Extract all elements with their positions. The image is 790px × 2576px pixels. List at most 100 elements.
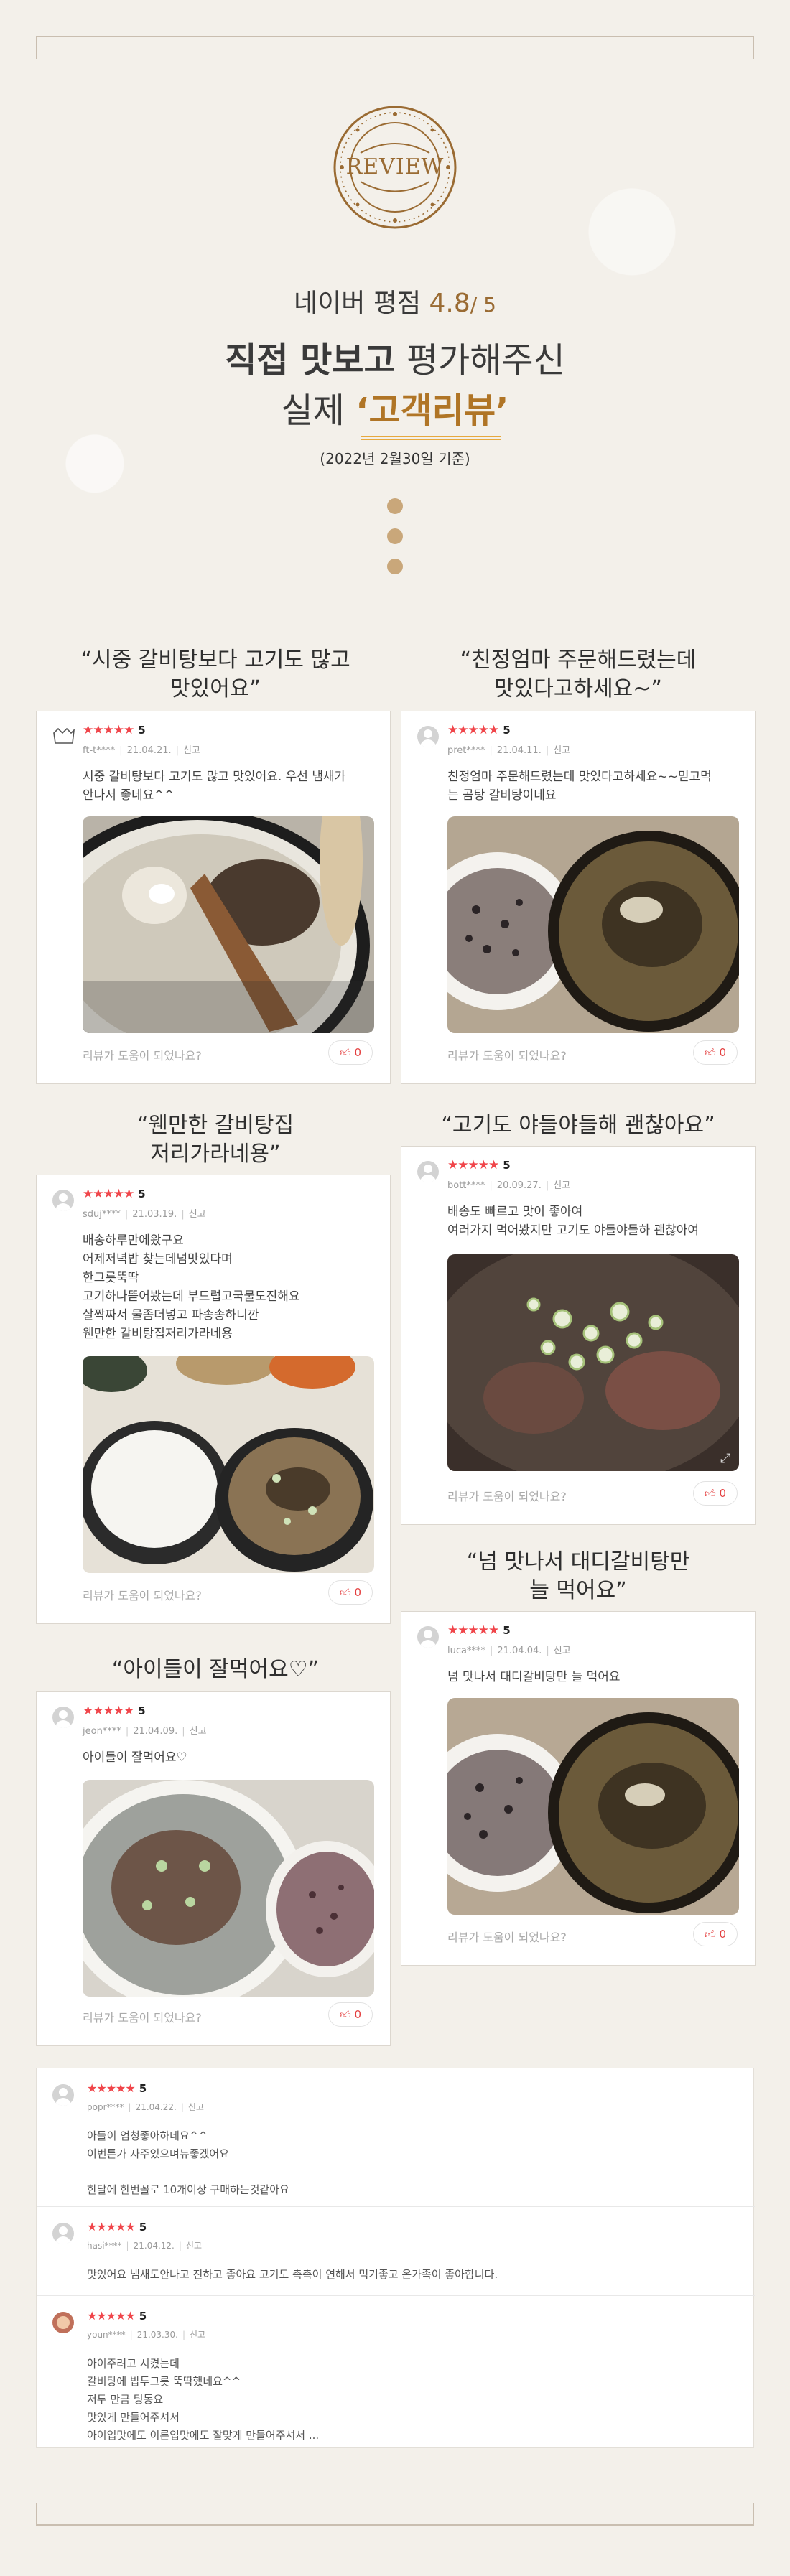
thumbs-up-icon: 👍︎ xyxy=(339,2008,351,2021)
headline-underline xyxy=(361,436,501,440)
svg-text:⤢: ⤢ xyxy=(720,1451,731,1466)
review-meta: pret**** | 21.04.11. | 신고 xyxy=(447,745,571,756)
star-score: 5 xyxy=(503,724,511,737)
headline-bold-text: 직접 맛보고 xyxy=(225,340,396,381)
review-photo[interactable]: ⤢ xyxy=(447,1254,739,1471)
review-card: ★★★★★ 5 sduj**** | 21.03.19. | 신고 배송하루만에왔구요 어… xyxy=(36,1175,391,1624)
basis-date-note: (2022년 2월30일 기준) xyxy=(320,450,470,467)
review-date: 21.04.11. xyxy=(496,745,542,756)
review-date: 21.03.30. xyxy=(136,2330,178,2340)
report-link[interactable]: 신고 xyxy=(553,745,570,756)
review-date: 21.04.22. xyxy=(135,2102,177,2112)
stars-glyphs: ★★★★★ xyxy=(447,1158,499,1172)
report-link[interactable]: 신고 xyxy=(554,1646,571,1656)
review-date: 21.04.09. xyxy=(133,1726,178,1737)
report-link[interactable]: 신고 xyxy=(186,2241,202,2251)
reviewer-id: youn**** xyxy=(87,2330,126,2340)
like-button[interactable]: 👍︎ 0 xyxy=(693,1481,738,1506)
review-meta: bott**** | 20.09.27. | 신고 xyxy=(447,1180,571,1191)
star-rating: ★★★★★ 5 xyxy=(447,1623,511,1638)
reviewer-id: luca**** xyxy=(447,1646,485,1656)
report-link[interactable]: 신고 xyxy=(189,1209,206,1220)
review-meta: sduj**** | 21.03.19. | 신고 xyxy=(83,1209,206,1220)
review-date: 21.03.19. xyxy=(132,1209,177,1220)
star-score: 5 xyxy=(138,1704,146,1717)
list-item: ★★★★★ 5 popr**** | 21.04.22. | 신고 아들이 엄청좋아하네요… xyxy=(37,2068,755,2206)
star-rating: ★★★★★ 5 xyxy=(83,1704,146,1718)
like-count: 0 xyxy=(719,1046,726,1059)
review-date: 21.04.21. xyxy=(126,745,172,756)
star-rating: ★★★★★ 5 xyxy=(83,1187,146,1201)
helpful-question: 리뷰가 도움이 되었나요? xyxy=(447,1931,567,1944)
review-photo[interactable] xyxy=(447,816,739,1033)
thumbs-up-icon: 👍︎ xyxy=(704,1487,716,1500)
divider-dot xyxy=(387,559,403,574)
user-avatar xyxy=(417,1626,439,1648)
reviewer-id: hasi**** xyxy=(87,2241,122,2251)
like-button[interactable]: 👍︎ 0 xyxy=(328,2002,373,2027)
like-button[interactable]: 👍︎ 0 xyxy=(693,1922,738,1946)
review-photo[interactable] xyxy=(83,1780,374,1997)
like-button[interactable]: 👍︎ 0 xyxy=(328,1580,373,1605)
like-count: 0 xyxy=(719,1487,726,1500)
report-link[interactable]: 신고 xyxy=(553,1180,570,1191)
review-meta: luca**** | 21.04.04. | 신고 xyxy=(447,1646,571,1656)
report-link[interactable]: 신고 xyxy=(190,1726,207,1737)
review-title: “아이들이 잘먹어요♡” xyxy=(111,1657,320,1682)
stars-glyphs: ★★★★★ xyxy=(447,723,499,737)
review-list: ★★★★★ 5 popr**** | 21.04.22. | 신고 아들이 엄청좋아하네요… xyxy=(36,2068,755,2448)
star-score: 5 xyxy=(503,1159,511,1172)
review-text: 아들이 엄청좋아하네요^^ 이번튼가 자주있으며뉴좋겠어요 한달에 한번꼴로 1… xyxy=(87,2129,289,2196)
review-title: “넘 맛나서 대디갈비탕만 늘 먹어요” xyxy=(466,1549,690,1603)
report-link[interactable]: 신고 xyxy=(183,745,200,756)
star-score: 5 xyxy=(139,2221,147,2234)
like-button[interactable]: 👍︎ 0 xyxy=(328,1040,373,1065)
review-meta: youn**** | 21.03.30. | 신고 xyxy=(87,2330,206,2340)
review-card: ★★★★★ 5 pret**** | 21.04.11. | 신고 친정엄마 주문해드렸는… xyxy=(401,711,756,1084)
user-avatar xyxy=(52,2312,74,2333)
user-avatar xyxy=(52,1707,74,1728)
review-title: “웬만한 갈비탕집 저리가라네용” xyxy=(136,1113,294,1167)
like-count: 0 xyxy=(354,1046,361,1059)
like-count: 0 xyxy=(354,1586,361,1599)
review-text: 아이들이 잘먹어요♡ xyxy=(83,1750,187,1765)
review-text: 맛있어요 냄새도안나고 진하고 좋아요 고기도 촉촉이 연해서 먹기좋고 온가족… xyxy=(87,2268,498,2281)
review-seal-badge: REVIEW xyxy=(332,104,458,230)
review-card: ★★★★★ 5 jeon**** | 21.04.09. | 신고 아이들이 잘먹어요♡ … xyxy=(36,1691,391,2046)
headline-quote: ‘고객리뷰’ xyxy=(356,391,509,431)
naver-rating-line: 네이버 평점 4.8/ 5 xyxy=(0,282,790,319)
star-score: 5 xyxy=(138,1187,146,1200)
stars-glyphs: ★★★★★ xyxy=(87,2220,136,2234)
review-meta: hasi**** | 21.04.12. | 신고 xyxy=(87,2241,202,2251)
report-link[interactable]: 신고 xyxy=(190,2330,205,2340)
user-avatar xyxy=(52,2223,74,2244)
star-rating: ★★★★★ 5 xyxy=(447,723,511,737)
like-count: 0 xyxy=(719,1928,726,1941)
star-rating: ★★★★★ 5 xyxy=(87,2309,147,2323)
review-text: 배송도 빠르고 맛이 좋아여 여러가지 먹어봤지만 고기도 야들야들하 괜찮아여 xyxy=(447,1205,700,1238)
divider-dot xyxy=(387,528,403,544)
review-photo[interactable] xyxy=(83,816,374,1033)
thumbs-up-icon: 👍︎ xyxy=(704,1928,716,1941)
star-rating: ★★★★★ 5 xyxy=(87,2081,147,2095)
helpful-question: 리뷰가 도움이 되었나요? xyxy=(83,1589,202,1602)
user-avatar xyxy=(52,2084,74,2106)
star-score: 5 xyxy=(503,1624,511,1637)
review-date: 21.04.04. xyxy=(497,1646,542,1656)
review-text: 시중 갈비탕보다 고기도 많고 맛있어요. 우선 냄새가 안나서 좋네요^^ xyxy=(83,770,346,803)
top-frame-border xyxy=(36,36,754,59)
like-button[interactable]: 👍︎ 0 xyxy=(693,1040,738,1065)
report-link[interactable]: 신고 xyxy=(188,2102,204,2112)
list-item: ★★★★★ 5 hasi**** | 21.04.12. | 신고 맛있어요 냄새도안나고… xyxy=(37,2206,755,2295)
helpful-question: 리뷰가 도움이 되었나요? xyxy=(447,1490,567,1503)
review-meta: jeon**** | 21.04.09. | 신고 xyxy=(83,1726,207,1737)
reviewer-id: ft-t**** xyxy=(83,745,116,756)
divider-dot xyxy=(387,498,403,514)
review-photo[interactable] xyxy=(447,1698,739,1915)
headline-line-3: 실제 ‘고객리뷰’ xyxy=(0,382,790,432)
list-item: ★★★★★ 5 youn**** | 21.03.30. | 신고 아이주려고 시켰는데 … xyxy=(37,2295,755,2447)
review-card: ★★★★★ 5 bott**** | 20.09.27. | 신고 배송도 빠르고 맛이 … xyxy=(401,1146,756,1525)
review-photo[interactable] xyxy=(83,1356,374,1573)
rating-label: 네이버 평점 xyxy=(294,289,422,318)
reviewer-id: pret**** xyxy=(447,745,485,756)
